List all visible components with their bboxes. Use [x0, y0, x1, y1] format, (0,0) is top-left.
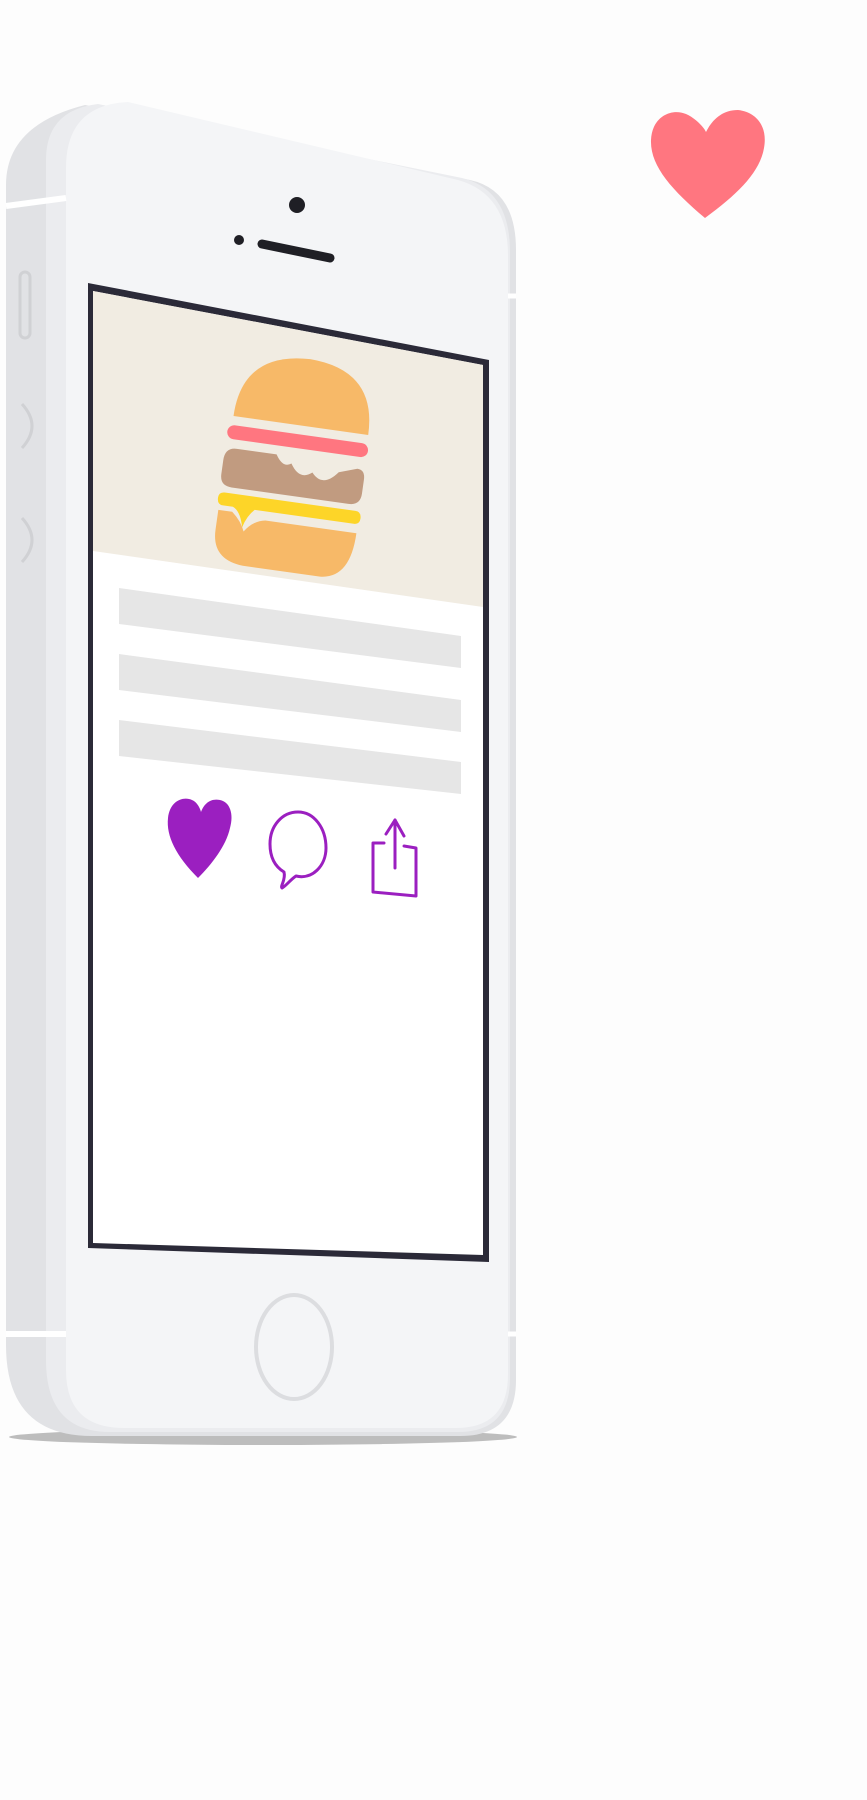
heart-icon: [650, 110, 765, 218]
stage: [0, 0, 867, 1800]
proximity-sensor: [234, 235, 244, 245]
front-camera: [289, 197, 305, 213]
phone-mockup-illustration: [5, 102, 765, 1445]
